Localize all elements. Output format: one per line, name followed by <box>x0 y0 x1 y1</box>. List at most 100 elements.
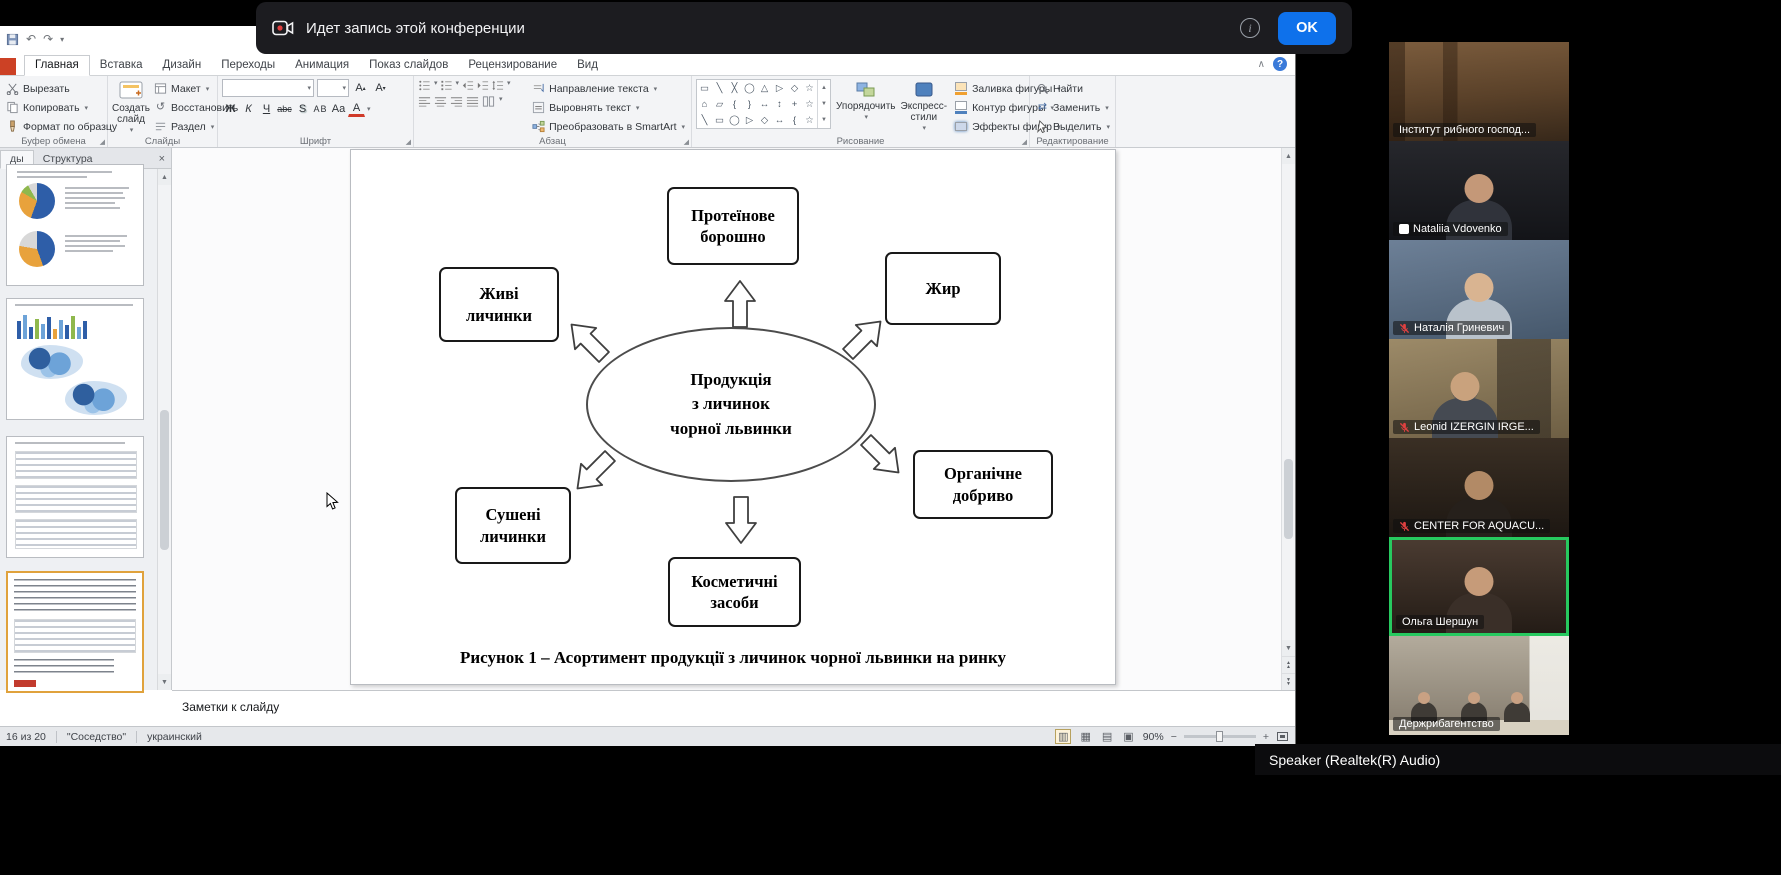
undo-icon[interactable]: ↶ <box>26 32 36 46</box>
panel-close-icon[interactable]: × <box>153 153 171 168</box>
panel-scrollbar[interactable]: ▲ ▼ <box>157 169 171 690</box>
align-center-icon[interactable] <box>434 95 447 108</box>
diagram-node-organic-fertilizer[interactable]: Органічне добриво <box>913 450 1053 519</box>
new-slide-button[interactable]: Создать слайд▾ <box>112 79 150 136</box>
diagram-center-ellipse[interactable]: Продукція з личинок чорної львинки <box>586 327 876 482</box>
tab-animation[interactable]: Анимация <box>285 56 359 75</box>
slideshow-view-button[interactable]: ▣ <box>1121 730 1135 743</box>
editor-scrollbar[interactable]: ▲ ▼ ▲▲ ▼▼ <box>1281 148 1295 690</box>
font-name-combobox[interactable]: ▾ <box>222 79 314 97</box>
slide-canvas[interactable]: Продукція з личинок чорної львинки Проте… <box>350 149 1116 685</box>
align-text-button[interactable]: Выровнять текст▾ <box>530 98 687 117</box>
ribbon-collapse-icon[interactable]: ∧ <box>1258 59 1265 70</box>
diagram-node-protein[interactable]: Протеїнове борошно <box>667 187 799 265</box>
qat-dropdown-icon[interactable]: ▾ <box>60 35 64 44</box>
replace-button[interactable]: ⇄ Заменить▾ <box>1034 98 1111 117</box>
change-case-button[interactable]: Аа <box>330 100 347 118</box>
format-painter-button[interactable]: Формат по образцу <box>4 117 103 136</box>
tab-transitions[interactable]: Переходы <box>211 56 285 75</box>
tab-view[interactable]: Вид <box>567 56 608 75</box>
select-button[interactable]: Выделить▾ <box>1034 117 1111 136</box>
font-size-combobox[interactable]: ▾ <box>317 79 349 97</box>
scroll-down-icon[interactable]: ▼ <box>1282 640 1295 656</box>
font-color-button[interactable]: А <box>348 100 365 117</box>
line-spacing-icon[interactable] <box>491 79 504 92</box>
underline-button[interactable]: Ч <box>258 100 275 118</box>
next-slide-button[interactable]: ▼▼ <box>1282 673 1295 690</box>
zoom-in-button[interactable]: + <box>1263 731 1269 743</box>
panel-scroll-up-icon[interactable]: ▲ <box>158 169 171 185</box>
video-tile-shershun-active-speaker[interactable]: Ольга Шершун <box>1389 537 1569 636</box>
decrease-font-button[interactable]: А▾ <box>372 79 389 97</box>
numbering-icon[interactable] <box>440 79 453 92</box>
arrange-button[interactable]: Упорядочить▾ <box>836 79 896 136</box>
zoom-slider-thumb[interactable] <box>1216 731 1223 742</box>
diagram-node-fat[interactable]: Жир <box>885 252 1001 325</box>
italic-button[interactable]: К <box>240 100 257 118</box>
shapes-gallery[interactable]: ▭╲╳◯△▷◇☆ ⌂▱{}↔↕+☆ ╲▭◯▷◇↔{☆ ▲▼▼ <box>696 79 831 129</box>
save-icon[interactable] <box>6 33 19 46</box>
shape-fill-icon <box>954 82 968 95</box>
increase-font-button[interactable]: А▴ <box>352 79 369 97</box>
normal-view-button[interactable]: ▥ <box>1055 729 1071 744</box>
zoom-slider[interactable] <box>1184 735 1256 738</box>
decrease-indent-icon[interactable] <box>461 79 474 92</box>
font-dialog-launcher[interactable]: ◢ <box>406 138 411 146</box>
tab-insert[interactable]: Вставка <box>90 56 153 75</box>
find-button[interactable]: Найти <box>1034 79 1111 98</box>
slide-thumbnail-14[interactable] <box>6 298 144 420</box>
tab-home[interactable]: Главная <box>24 55 90 76</box>
align-right-icon[interactable] <box>450 95 463 108</box>
reading-view-button[interactable]: ▤ <box>1100 730 1114 743</box>
diagram-node-live-larvae[interactable]: Живі личинки <box>439 267 559 342</box>
shapes-gallery-scroll[interactable]: ▲▼▼ <box>817 80 830 128</box>
align-text-icon <box>532 101 545 114</box>
tab-slideshow[interactable]: Показ слайдов <box>359 56 458 75</box>
redo-icon[interactable]: ↷ <box>43 32 53 46</box>
fit-to-window-icon[interactable] <box>1276 730 1289 743</box>
tab-review[interactable]: Рецензирование <box>458 56 567 75</box>
ok-button[interactable]: OK <box>1278 12 1336 45</box>
speaker-device-bar[interactable]: Speaker (Realtek(R) Audio) <box>1255 744 1781 775</box>
video-tile-aquaculture-center[interactable]: CENTER FOR AQUACU... <box>1389 438 1569 537</box>
strikethrough-button[interactable]: abc <box>276 100 293 118</box>
copy-button[interactable]: Копировать▾ <box>4 98 103 117</box>
zoom-percentage[interactable]: 90% <box>1143 731 1164 743</box>
video-tile-institute[interactable]: Інститут рибного господ... <box>1389 42 1569 141</box>
video-tile-izergin[interactable]: Leonid IZERGIN IRGE... <box>1389 339 1569 438</box>
slide-thumbnail-15[interactable] <box>6 436 144 558</box>
zoom-out-button[interactable]: − <box>1171 731 1177 743</box>
language-indicator[interactable]: украинский <box>147 731 202 743</box>
help-icon[interactable]: ? <box>1273 57 1287 71</box>
panel-scroll-down-icon[interactable]: ▼ <box>158 674 171 690</box>
cut-button[interactable]: Вырезать <box>4 79 103 98</box>
info-icon[interactable]: i <box>1240 18 1260 38</box>
previous-slide-button[interactable]: ▲▲ <box>1282 656 1295 673</box>
video-tile-vdovenko[interactable]: Nataliia Vdovenko <box>1389 141 1569 240</box>
text-direction-button[interactable]: Направление текста▾ <box>530 79 687 98</box>
notes-pane[interactable]: Заметки к слайду <box>172 690 1295 726</box>
tab-design[interactable]: Дизайн <box>153 56 212 75</box>
align-left-icon[interactable] <box>418 95 431 108</box>
bold-button[interactable]: Ж <box>222 100 239 118</box>
file-tab[interactable] <box>0 58 16 75</box>
video-tile-derzhrybagentstvo[interactable]: Держрибагентство <box>1389 636 1569 735</box>
clipboard-dialog-launcher[interactable]: ◢ <box>100 138 105 146</box>
slide-thumbnail-13[interactable] <box>6 164 144 286</box>
diagram-node-cosmetics[interactable]: Косметичні засоби <box>668 557 801 627</box>
slide-sorter-view-button[interactable]: ▦ <box>1078 730 1092 743</box>
video-tile-grinevich[interactable]: Наталія Гриневич <box>1389 240 1569 339</box>
scroll-up-icon[interactable]: ▲ <box>1282 148 1295 164</box>
columns-icon[interactable] <box>482 95 495 108</box>
justify-icon[interactable] <box>466 95 479 108</box>
increase-indent-icon[interactable] <box>476 79 489 92</box>
diagram-node-dried-larvae[interactable]: Сушені личинки <box>455 487 571 564</box>
drawing-dialog-launcher[interactable]: ◢ <box>1022 138 1027 146</box>
text-shadow-button[interactable]: S <box>294 100 311 118</box>
bullets-icon[interactable] <box>418 79 431 92</box>
quick-styles-button[interactable]: Экспресс-стили▾ <box>901 79 948 136</box>
convert-smartart-button[interactable]: Преобразовать в SmartArt▾ <box>530 117 687 136</box>
slide-thumbnail-16-selected[interactable] <box>6 571 144 693</box>
character-spacing-button[interactable]: АВ <box>312 100 329 118</box>
paragraph-dialog-launcher[interactable]: ◢ <box>684 138 689 146</box>
